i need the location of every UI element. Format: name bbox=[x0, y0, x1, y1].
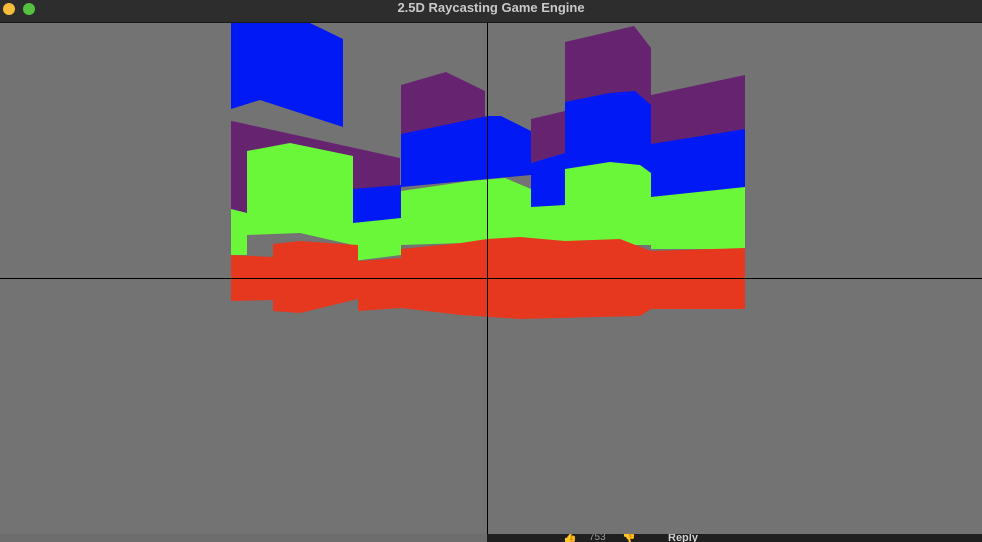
green-wall-segment bbox=[531, 205, 565, 241]
game-viewport[interactable] bbox=[0, 23, 982, 534]
green-wall-segment bbox=[651, 187, 745, 249]
title-bar: 2.5D Raycasting Game Engine bbox=[0, 0, 982, 23]
thumbs-down-icon[interactable]: 👎 bbox=[622, 534, 636, 542]
thumbs-up-icon[interactable]: 👍 bbox=[563, 534, 577, 542]
bottom-right-fill bbox=[487, 534, 982, 542]
like-count: 753 bbox=[589, 534, 606, 542]
green-wall-segment bbox=[565, 162, 651, 245]
green-wall-segment bbox=[401, 178, 531, 245]
green-wall-segment bbox=[353, 218, 401, 261]
green-wall-segment bbox=[231, 143, 353, 255]
reply-button[interactable]: Reply bbox=[668, 534, 698, 542]
scene-render bbox=[0, 23, 982, 534]
bottom-left-fill bbox=[0, 534, 487, 542]
window-title: 2.5D Raycasting Game Engine bbox=[397, 0, 585, 15]
purple-wall-segment bbox=[565, 26, 651, 105]
blue-wall-segment bbox=[231, 23, 343, 127]
underlying-page-strip: 👍 753 👎 Reply bbox=[0, 534, 982, 542]
game-window: 2.5D Raycasting Game Engine 👍 753 👎 Repl… bbox=[0, 0, 982, 542]
blue-wall-segment bbox=[565, 91, 651, 173]
